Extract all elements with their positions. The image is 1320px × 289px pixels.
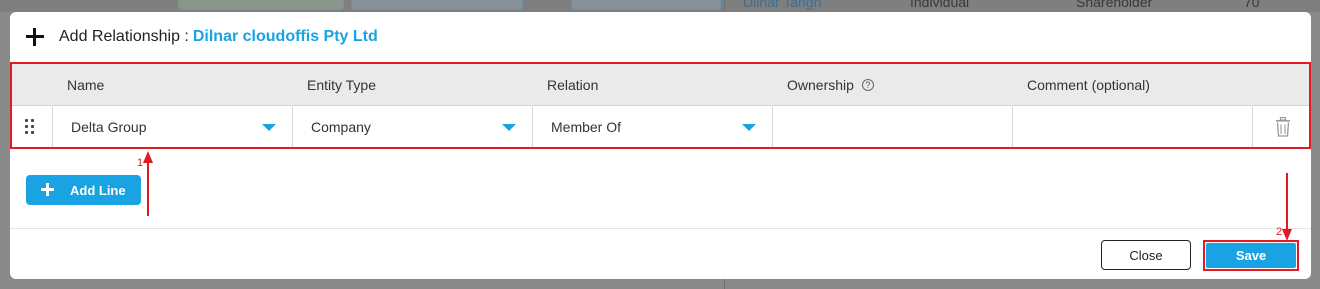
add-line-button[interactable]: Add Line [26,175,141,205]
background-row-ownership: 70 [1244,0,1260,10]
ownership-field[interactable] [772,107,1012,147]
chevron-down-icon [742,124,756,131]
chevron-down-icon [502,124,516,131]
modal-header: Add Relationship : Dilnar cloudoffis Pty… [10,12,1311,62]
name-select[interactable]: Delta Group [52,107,292,147]
relation-select[interactable]: Member Of [532,107,772,147]
table-row: Delta Group Company Member Of [12,107,1309,147]
annotation-marker-1: 1 [137,157,144,169]
table-header: Name Entity Type Relation Ownership? Com… [12,64,1309,106]
trash-icon[interactable] [1275,117,1291,137]
header-ownership-label: Ownership [787,77,854,93]
entity-type-value: Company [311,119,371,135]
background-row-relation: Shareholder [1076,0,1153,10]
background-tab [178,0,344,10]
header-ownership: Ownership? [787,64,874,106]
background-row-name: Dilnar Tangri [743,0,822,10]
plus-icon [41,183,54,196]
background-row-type: Individual [910,0,970,10]
annotation-marker-2: 2 [1276,226,1283,238]
relationship-table: Name Entity Type Relation Ownership? Com… [10,62,1311,149]
close-button[interactable]: Close [1101,240,1191,270]
header-entity-type: Entity Type [307,77,377,93]
header-name: Name [67,77,105,93]
company-name: Dilnar cloudoffis Pty Ltd [192,28,378,45]
header-relation: Relation [547,77,599,93]
drag-handle-icon[interactable] [24,118,36,136]
modal-title: Add Relationship : [59,28,189,45]
help-icon[interactable]: ? [861,79,874,92]
background-tab [351,0,523,10]
header-comment: Comment (optional) [1027,77,1150,93]
add-relationship-modal: Add Relationship : Dilnar cloudoffis Pty… [10,12,1311,279]
save-button[interactable]: Save [1206,243,1296,268]
footer-divider [10,228,1311,229]
plus-icon [24,26,46,48]
background-tab [571,0,721,10]
comment-field[interactable] [1012,107,1252,147]
add-line-label: Add Line [70,182,126,198]
relation-value: Member Of [551,119,622,135]
chevron-down-icon [262,124,276,131]
save-highlight: Save [1203,240,1299,271]
entity-type-select[interactable]: Company [292,107,532,147]
name-value: Delta Group [71,119,147,135]
